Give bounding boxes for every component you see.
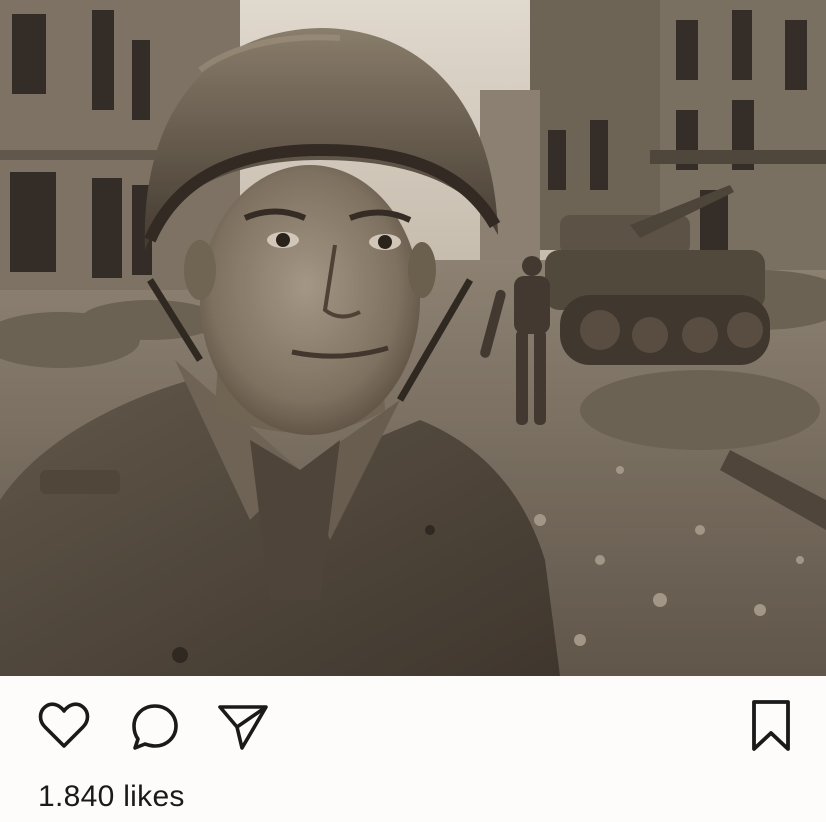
share-button[interactable] [214,700,272,754]
comment-button[interactable] [128,700,182,754]
bookmark-icon [752,700,790,751]
heart-icon [38,702,90,748]
photo-illustration [0,0,826,676]
save-button[interactable] [744,698,798,754]
post-action-bar: 1.840 likes [0,676,826,822]
post-photo[interactable] [0,0,826,676]
instagram-post: 1.840 likes [0,0,826,822]
paper-plane-icon [218,705,268,750]
likes-count[interactable]: 1.840 likes [38,780,185,814]
like-button[interactable] [36,700,92,752]
comment-bubble-icon [132,704,178,750]
